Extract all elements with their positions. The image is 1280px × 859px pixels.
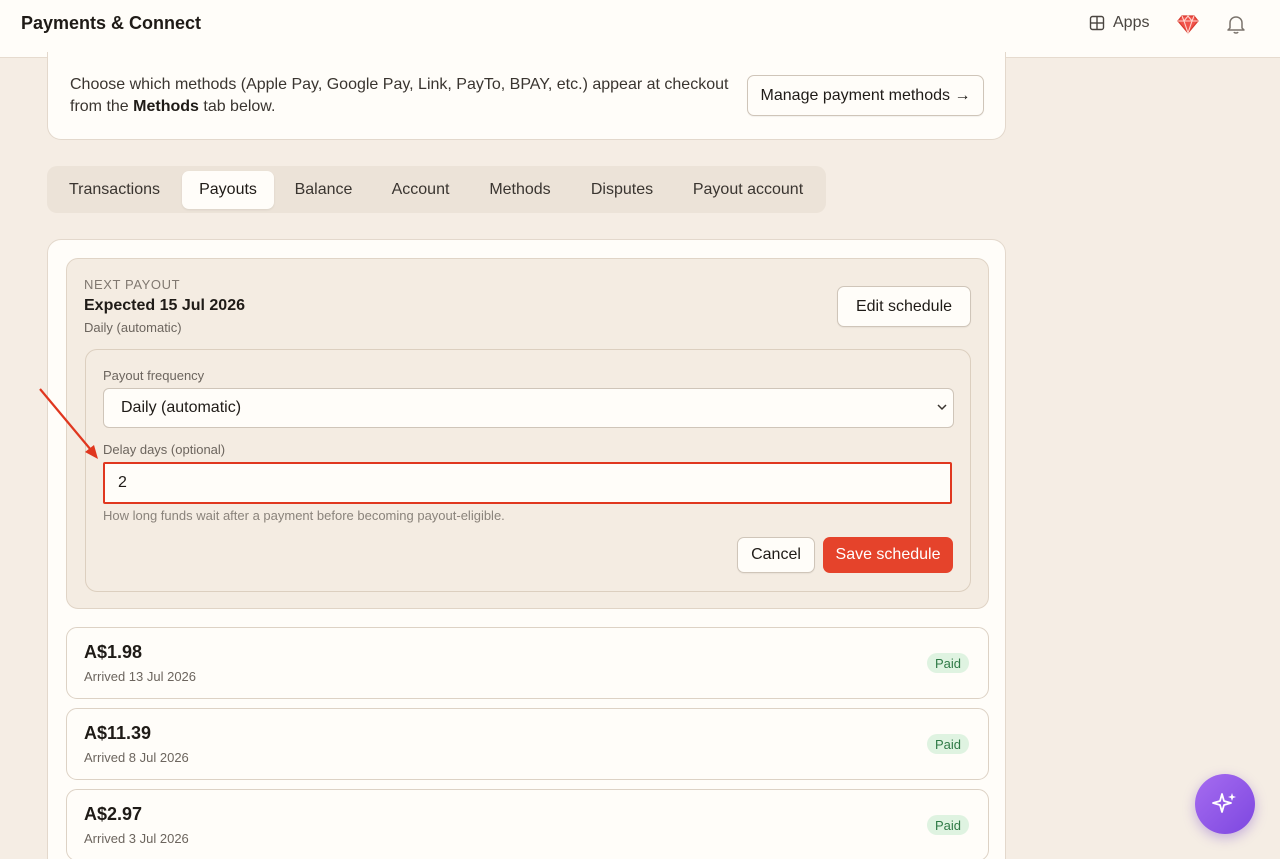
delay-days-input[interactable]: 2 bbox=[103, 462, 952, 504]
status-badge: Paid bbox=[927, 815, 970, 835]
payouts-panel: NEXT PAYOUT Expected 15 Jul 2026 Daily (… bbox=[47, 239, 1006, 859]
status-badge: Paid bbox=[927, 734, 970, 754]
assistant-fab-button[interactable] bbox=[1195, 774, 1255, 834]
bell-icon[interactable] bbox=[1225, 13, 1247, 35]
top-bar: Payments & Connect Apps bbox=[0, 0, 1280, 58]
next-payout-date: Expected 15 Jul 2026 bbox=[84, 297, 245, 314]
next-payout-box: NEXT PAYOUT Expected 15 Jul 2026 Daily (… bbox=[66, 258, 989, 609]
next-payout-schedule: Daily (automatic) bbox=[84, 320, 182, 335]
payout-frequency-label: Payout frequency bbox=[103, 368, 205, 383]
tab-disputes[interactable]: Disputes bbox=[572, 171, 672, 209]
app-title: Payments & Connect bbox=[21, 13, 202, 33]
payment-methods-info-card: Choose which methods (Apple Pay, Google … bbox=[47, 52, 1006, 140]
payout-frequency-value: Daily (automatic) bbox=[121, 399, 242, 416]
info-text: Choose which methods (Apple Pay, Google … bbox=[70, 76, 729, 115]
apps-button[interactable]: Apps bbox=[1089, 14, 1149, 32]
tab-payout-account[interactable]: Payout account bbox=[676, 171, 820, 209]
grid-icon bbox=[1089, 15, 1105, 31]
delay-days-label: Delay days (optional) bbox=[103, 442, 226, 457]
tab-balance[interactable]: Balance bbox=[278, 171, 369, 209]
payout-row[interactable]: A$2.97 Arrived 3 Jul 2026 Paid bbox=[66, 789, 989, 859]
tab-bar: Transactions Payouts Balance Account Met… bbox=[47, 166, 826, 213]
payout-row[interactable]: A$1.98 Arrived 13 Jul 2026 Paid bbox=[66, 627, 989, 699]
delay-days-hint: How long funds wait after a payment befo… bbox=[103, 508, 505, 523]
edit-schedule-button[interactable]: Edit schedule bbox=[837, 286, 971, 327]
payout-row[interactable]: A$11.39 Arrived 8 Jul 2026 Paid bbox=[66, 708, 989, 780]
payout-frequency-select[interactable]: Daily (automatic) bbox=[103, 388, 954, 428]
tab-transactions[interactable]: Transactions bbox=[52, 171, 177, 209]
schedule-form: Payout frequency Daily (automatic) Delay… bbox=[85, 349, 971, 592]
next-payout-label: NEXT PAYOUT bbox=[84, 277, 181, 292]
payout-amount: A$11.39 bbox=[84, 723, 152, 743]
cancel-button[interactable]: Cancel bbox=[737, 537, 815, 573]
gem-icon[interactable] bbox=[1177, 13, 1199, 35]
payout-arrived-date: Arrived 8 Jul 2026 bbox=[84, 750, 189, 765]
payout-arrived-date: Arrived 3 Jul 2026 bbox=[84, 831, 189, 846]
tab-account[interactable]: Account bbox=[373, 171, 468, 209]
manage-payment-methods-button[interactable]: Manage payment methods → bbox=[747, 75, 984, 116]
methods-emphasis: Methods bbox=[133, 98, 199, 115]
payout-arrived-date: Arrived 13 Jul 2026 bbox=[84, 669, 197, 684]
sparkle-icon bbox=[1212, 793, 1236, 813]
save-schedule-button[interactable]: Save schedule bbox=[823, 537, 953, 573]
apps-label: Apps bbox=[1113, 14, 1150, 31]
tab-methods[interactable]: Methods bbox=[472, 171, 568, 209]
tab-payouts[interactable]: Payouts bbox=[182, 171, 274, 209]
payout-amount: A$1.98 bbox=[84, 642, 143, 662]
payout-amount: A$2.97 bbox=[84, 804, 143, 824]
status-badge: Paid bbox=[927, 653, 970, 673]
chevron-down-icon bbox=[937, 404, 947, 411]
